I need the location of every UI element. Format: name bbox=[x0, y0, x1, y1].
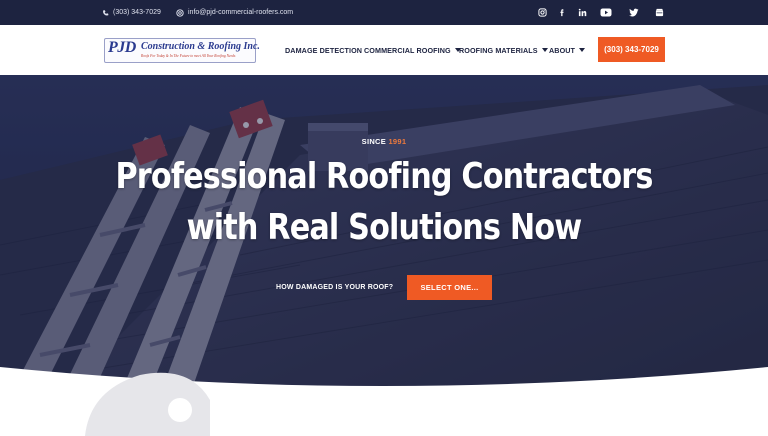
chevron-down-icon bbox=[579, 48, 586, 52]
nav-label: DAMAGE DETECTION bbox=[285, 45, 363, 55]
topbar-phone-text: (303) 343-7029 bbox=[113, 9, 161, 16]
logo-company-name: Construction & Roofing Inc. bbox=[141, 41, 260, 52]
facebook-icon[interactable] bbox=[555, 0, 569, 25]
logo-tagline: Roofs For Today & In The Future to meet … bbox=[141, 54, 236, 58]
nav-commercial-roofing[interactable]: COMMERCIAL ROOFING bbox=[364, 25, 461, 75]
logo-initials: PJD bbox=[108, 39, 136, 56]
header-phone-button[interactable]: (303) 343-7029 bbox=[598, 37, 665, 62]
nav-label: ROOFING MATERIALS bbox=[459, 45, 538, 55]
topbar-email-text: info@pjd-commercial-roofers.com bbox=[188, 9, 294, 16]
nav-roofing-materials[interactable]: ROOFING MATERIALS bbox=[459, 25, 548, 75]
at-sign-icon bbox=[176, 8, 184, 17]
damage-question-label: HOW DAMAGED IS YOUR ROOF? bbox=[276, 284, 394, 291]
hero-headline-line2: with Real Solutions Now bbox=[186, 207, 583, 248]
nav-label: ABOUT bbox=[549, 45, 576, 55]
decorative-watermark-shape bbox=[85, 372, 210, 436]
since-text: SINCE bbox=[361, 137, 387, 146]
chevron-down-icon bbox=[541, 48, 548, 52]
phone-icon bbox=[103, 9, 109, 15]
youtube-icon[interactable] bbox=[599, 0, 613, 25]
google-business-icon[interactable] bbox=[652, 0, 666, 25]
damage-select-button[interactable]: SELECT ONE... bbox=[407, 275, 492, 300]
company-logo[interactable]: PJD Construction & Roofing Inc. Roofs Fo… bbox=[104, 38, 260, 63]
linkedin-icon[interactable] bbox=[575, 0, 589, 25]
twitter-icon[interactable] bbox=[627, 0, 641, 25]
nav-label: COMMERCIAL ROOFING bbox=[364, 45, 451, 55]
since-label: SINCE 1991 bbox=[0, 137, 768, 146]
top-bar: (303) 343-7029 info@pjd-commercial-roofe… bbox=[0, 0, 768, 25]
topbar-phone-link[interactable]: (303) 343-7029 bbox=[102, 0, 161, 25]
nav-damage-detection[interactable]: DAMAGE DETECTION bbox=[285, 25, 362, 75]
nav-about[interactable]: ABOUT bbox=[549, 25, 586, 75]
hero-headline-line1: Professional Roofing Contractors bbox=[115, 156, 653, 197]
topbar-email-link[interactable]: info@pjd-commercial-roofers.com bbox=[176, 0, 293, 25]
instagram-icon[interactable] bbox=[535, 0, 549, 25]
since-year: 1991 bbox=[388, 137, 407, 146]
